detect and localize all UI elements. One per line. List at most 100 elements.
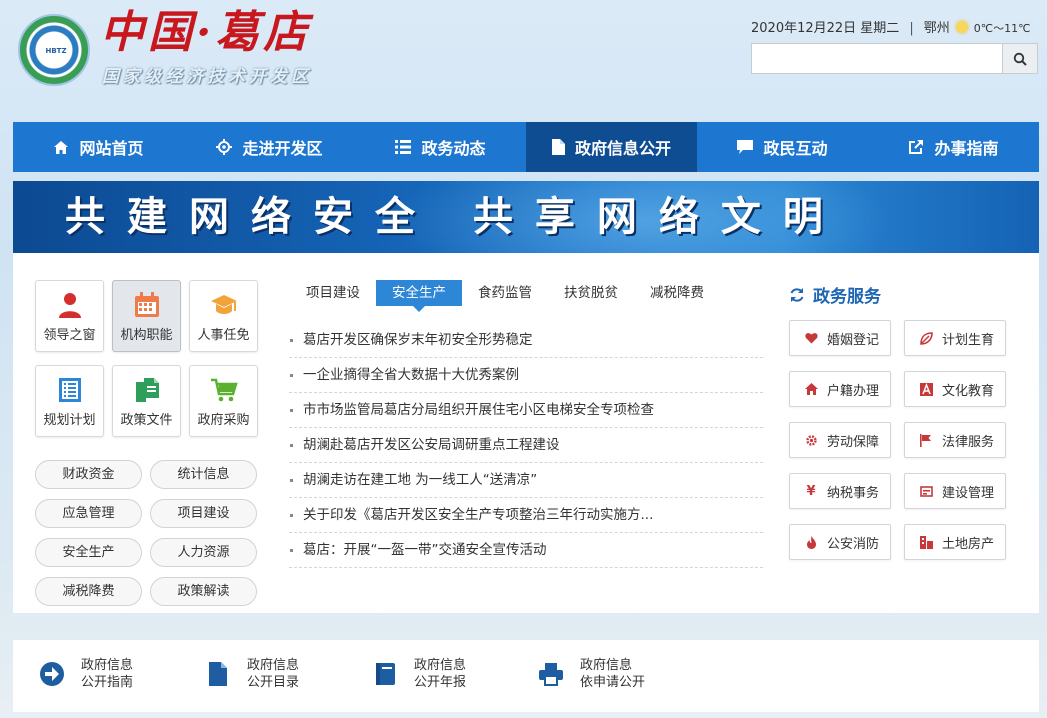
nav-guide[interactable]: 办事指南	[868, 122, 1039, 172]
build-icon	[919, 484, 933, 498]
list-item[interactable]: 葛店：开展“一盔一带”交通安全宣传活动	[289, 533, 763, 568]
tab-projects[interactable]: 项目建设	[290, 280, 376, 306]
disclosure-guide-line1: 政府信息	[81, 658, 134, 673]
tile-leaders-label: 领导之窗	[43, 328, 96, 343]
date-text: 2020年12月22日 星期二	[751, 21, 900, 36]
graduation-cap-icon	[211, 295, 237, 314]
list-item[interactable]: 关于印发《葛店开发区安全生产专项整治三年行动实施方...	[289, 498, 763, 533]
main-panel: 领导之窗 机构职能 人事任免 规划计划 政策文件 政府采购 财政资金 统计信息 …	[13, 253, 1039, 613]
pill-tax-cut[interactable]: 减税降费	[35, 577, 142, 606]
chat-icon	[737, 139, 754, 154]
home-icon	[54, 140, 69, 154]
refresh-icon	[790, 287, 804, 302]
printer-icon	[539, 663, 563, 686]
nav-info-disclosure-label: 政府信息公开	[574, 139, 671, 158]
pill-safety[interactable]: 安全生产	[35, 538, 142, 567]
tile-planning[interactable]: 规划计划	[35, 365, 104, 437]
pill-policy-interpret[interactable]: 政策解读	[150, 577, 257, 606]
tab-tax-cut[interactable]: 减税降费	[634, 280, 720, 306]
logo-emblem-icon[interactable]: HBTZ	[18, 14, 90, 86]
service-household[interactable]: 户籍办理	[789, 371, 891, 407]
list-doc-icon	[59, 378, 81, 402]
disclosure-request-link[interactable]: 政府信息 依申请公开	[538, 657, 645, 691]
disclosure-catalog-link[interactable]: 政府信息 公开目录	[205, 657, 299, 691]
nav-interaction-label: 政民互动	[763, 139, 828, 158]
nav-info-disclosure[interactable]: 政府信息公开	[526, 122, 697, 172]
tile-policy-docs[interactable]: 政策文件	[112, 365, 181, 437]
yen-icon: ¥	[806, 483, 816, 499]
disclosure-request-line2: 依申请公开	[580, 675, 646, 690]
search-input[interactable]	[752, 44, 1002, 73]
tile-personnel[interactable]: 人事任免	[189, 280, 258, 352]
service-education[interactable]: 文化教育	[904, 371, 1006, 407]
info-disclosure-bar: 政府信息公开指南 政府信息 公开目录 政府信息公开年报 政府信息依申请公开	[13, 640, 1039, 712]
service-marriage[interactable]: 婚姻登记	[789, 320, 891, 356]
nav-home[interactable]: 网站首页	[13, 122, 184, 172]
pill-projects[interactable]: 项目建设	[150, 499, 257, 528]
disclosure-annual-report-link[interactable]: 政府信息 公开年报	[372, 657, 466, 691]
list-item[interactable]: 胡澜走访在建工地 为一线工人“送清凉”	[289, 463, 763, 498]
logo-title[interactable]: 中国·葛店	[100, 6, 311, 60]
city-name: 鄂州	[923, 21, 950, 36]
service-tax-label: 纳税事务	[827, 485, 880, 501]
list-item[interactable]: 胡澜赴葛店开发区公安局调研重点工程建设	[289, 428, 763, 463]
service-land-property-label: 土地房产	[942, 536, 995, 552]
service-legal-label: 法律服务	[942, 434, 995, 450]
tab-food-drug[interactable]: 食药监管	[462, 280, 548, 306]
search-button[interactable]	[1002, 44, 1037, 73]
pill-statistics[interactable]: 统计信息	[150, 460, 257, 489]
disclosure-request-text: 政府信息 依申请公开	[580, 657, 645, 691]
file-icon	[551, 139, 565, 155]
share-icon	[909, 140, 924, 154]
list-icon	[395, 140, 412, 154]
service-labor[interactable]: 劳动保障	[789, 422, 891, 458]
nav-interaction[interactable]: 政民互动	[697, 122, 868, 172]
service-household-label: 户籍办理	[827, 383, 880, 399]
nav-about-label: 走进开发区	[242, 139, 323, 158]
list-item[interactable]: 一企业摘得全省大数据十大优秀案例	[289, 358, 763, 393]
service-fire[interactable]: 公安消防	[789, 524, 891, 560]
disclosure-guide-link[interactable]: 政府信息 公开指南	[39, 657, 133, 691]
temperature: 0℃～11℃	[973, 22, 1031, 35]
pill-hr[interactable]: 人力资源	[150, 538, 257, 567]
pill-finance[interactable]: 财政资金	[35, 460, 142, 489]
service-legal[interactable]: 法律服务	[904, 422, 1006, 458]
list-item[interactable]: 市市场监管局葛店分局组织开展住宅小区电梯安全专项检查	[289, 393, 763, 428]
list-item[interactable]: 葛店开发区确保岁末年初安全形势稳定	[289, 323, 763, 358]
tile-institutions-label: 机构职能	[120, 328, 173, 343]
tab-safety[interactable]: 安全生产	[376, 280, 462, 312]
tile-institutions[interactable]: 机构职能	[112, 280, 181, 352]
service-family-planning[interactable]: 计划生育	[904, 320, 1006, 356]
service-family-planning-label: 计划生育	[942, 332, 995, 348]
disclosure-annual-report-line2: 公开年报	[414, 675, 467, 690]
logo-subtitle: 国家级经济技术开发区	[102, 67, 312, 87]
building-icon	[919, 535, 933, 549]
service-land-property[interactable]: 土地房产	[904, 524, 1006, 560]
fire-icon	[804, 535, 818, 549]
tile-procurement[interactable]: 政府采购	[189, 365, 258, 437]
house-icon	[804, 382, 818, 396]
disclosure-request-line1: 政府信息	[580, 658, 633, 673]
tile-leaders[interactable]: 领导之窗	[35, 280, 104, 352]
main-nav: 网站首页 走进开发区 政务动态 政府信息公开 政民互动 办事指南	[13, 122, 1039, 172]
book-icon	[376, 663, 395, 685]
services-title: 政务服务	[789, 282, 881, 307]
pill-emergency[interactable]: 应急管理	[35, 499, 142, 528]
nav-about[interactable]: 走进开发区	[184, 122, 355, 172]
heart-icon	[804, 331, 818, 345]
disclosure-annual-report-line1: 政府信息	[414, 658, 467, 673]
service-construction[interactable]: 建设管理	[904, 473, 1006, 509]
separator: |	[909, 21, 914, 36]
file-icon	[209, 662, 227, 686]
disclosure-guide-line2: 公开指南	[81, 675, 134, 690]
search-icon	[1013, 52, 1027, 66]
tab-poverty[interactable]: 扶贫脱贫	[548, 280, 634, 306]
nav-guide-label: 办事指南	[934, 139, 999, 158]
disclosure-guide-text: 政府信息 公开指南	[81, 657, 133, 691]
nav-news[interactable]: 政务动态	[355, 122, 526, 172]
services-title-text: 政务服务	[813, 287, 881, 307]
emblem-text: HBTZ	[45, 47, 67, 55]
tile-procurement-label: 政府采购	[197, 413, 250, 428]
banner[interactable]: 共建网络安全 共享网络文明	[13, 181, 1039, 253]
service-tax[interactable]: ¥ 纳税事务	[789, 473, 891, 509]
